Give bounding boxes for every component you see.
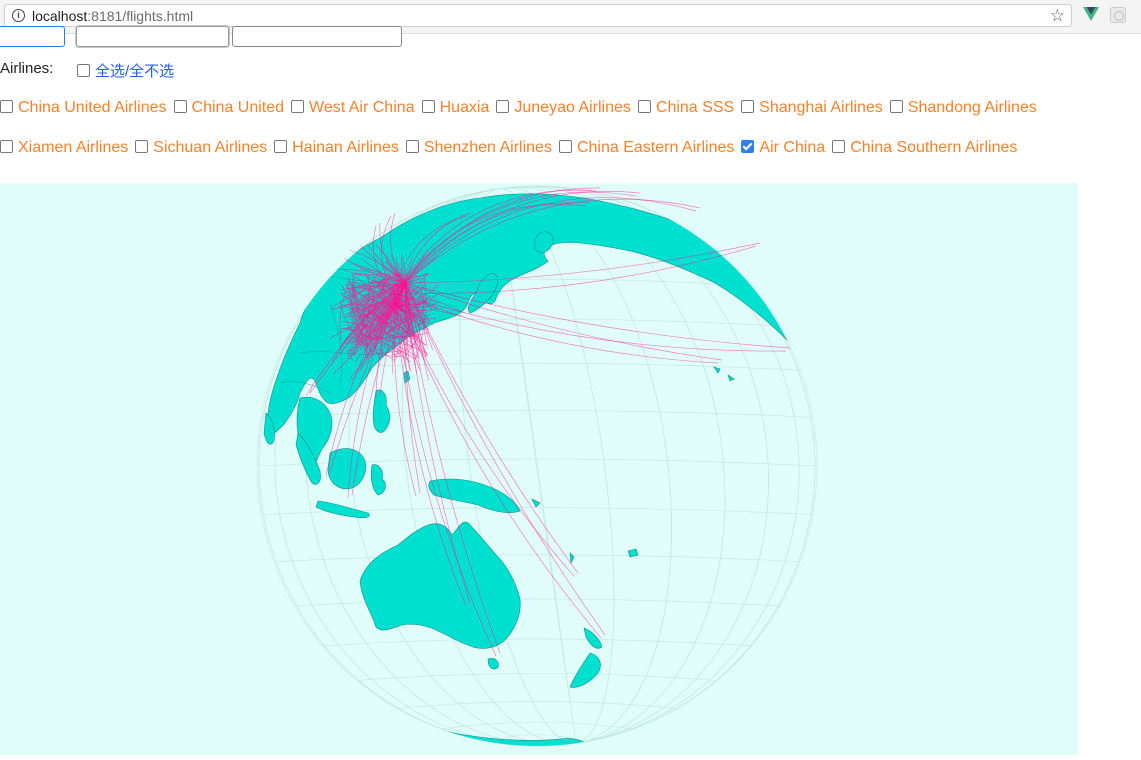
airline-label[interactable]: Air China — [759, 139, 825, 156]
airline-option[interactable]: China United Airlines — [0, 99, 167, 117]
url-text[interactable]: localhost:8181/flights.html — [32, 8, 193, 24]
airline-label[interactable]: Shenzhen Airlines — [424, 139, 552, 156]
toolbar-button-3[interactable] — [232, 26, 402, 47]
airline-checkbox[interactable] — [741, 100, 755, 113]
airline-option[interactable]: Juneyao Airlines — [496, 99, 631, 117]
airline-option[interactable]: China SSS — [637, 99, 734, 117]
airline-checkbox[interactable] — [558, 140, 572, 153]
airline-checkbox[interactable] — [741, 140, 755, 153]
airline-option[interactable]: Shanghai Airlines — [741, 99, 883, 117]
airline-option[interactable]: Huaxia — [421, 99, 490, 117]
airline-option[interactable]: Air China — [741, 139, 825, 157]
airline-option[interactable]: China Eastern Airlines — [558, 139, 734, 157]
airline-checkbox[interactable] — [291, 100, 305, 113]
bookmark-star-icon[interactable]: ☆ — [1050, 6, 1065, 26]
url-path: :8181/flights.html — [87, 8, 194, 24]
airline-checkbox[interactable] — [0, 140, 13, 153]
url-host: localhost — [32, 8, 88, 24]
airline-option[interactable]: China Southern Airlines — [832, 139, 1017, 157]
airline-option[interactable]: Shandong Airlines — [889, 99, 1037, 117]
select-all-label[interactable]: 全选/全不选 — [95, 63, 174, 80]
globe-svg[interactable] — [0, 183, 1078, 755]
airline-label[interactable]: Juneyao Airlines — [514, 99, 631, 116]
airline-checkbox[interactable] — [135, 140, 149, 153]
airline-label[interactable]: Shandong Airlines — [908, 99, 1037, 116]
airlines-label: Airlines: — [0, 60, 54, 77]
airline-row-2: Xiamen Airlines Sichuan Airlines Hainan Ai… — [0, 139, 1024, 157]
airline-checkbox[interactable] — [421, 100, 435, 113]
airline-option[interactable]: West Air China — [291, 99, 415, 117]
select-all-toggle[interactable]: 全选/全不选 — [77, 60, 174, 81]
airline-checkbox[interactable] — [405, 140, 419, 153]
toolbar-button-1[interactable] — [0, 26, 65, 47]
airline-checkbox[interactable] — [637, 100, 651, 113]
airline-label[interactable]: China United Airlines — [18, 99, 167, 116]
airline-label[interactable]: Shanghai Airlines — [759, 99, 883, 116]
airline-row-1: China United Airlines China United West Ai… — [0, 99, 1044, 117]
airline-option[interactable]: China United — [173, 99, 285, 117]
flight-map[interactable] — [0, 183, 1078, 755]
airline-option[interactable]: Xiamen Airlines — [0, 139, 128, 157]
extension-icon[interactable] — [1110, 7, 1126, 23]
airline-option[interactable]: Hainan Airlines — [274, 139, 399, 157]
select-all-checkbox[interactable] — [77, 64, 90, 77]
airline-label[interactable]: China SSS — [656, 99, 734, 116]
airline-label[interactable]: China United — [192, 99, 285, 116]
airline-checkbox[interactable] — [274, 140, 288, 153]
airline-label[interactable]: Huaxia — [440, 99, 490, 116]
toolbar-button-2[interactable] — [76, 26, 229, 47]
airline-checkbox[interactable] — [173, 100, 187, 113]
airline-label[interactable]: Sichuan Airlines — [153, 139, 267, 156]
airline-label[interactable]: Hainan Airlines — [292, 139, 399, 156]
airline-label[interactable]: Xiamen Airlines — [18, 139, 128, 156]
airline-option[interactable]: Shenzhen Airlines — [405, 139, 552, 157]
airline-option[interactable]: Sichuan Airlines — [135, 139, 267, 157]
airline-label[interactable]: China Southern Airlines — [850, 139, 1017, 156]
airline-label[interactable]: China Eastern Airlines — [577, 139, 734, 156]
info-icon[interactable]: i — [12, 9, 25, 22]
globe — [256, 185, 818, 747]
address-bar[interactable]: i localhost:8181/flights.html ☆ — [4, 4, 1072, 27]
vue-devtools-icon[interactable] — [1083, 7, 1099, 22]
airline-checkbox[interactable] — [496, 100, 510, 113]
airline-label[interactable]: West Air China — [309, 99, 415, 116]
airline-checkbox[interactable] — [889, 100, 903, 113]
airline-checkbox[interactable] — [832, 140, 846, 153]
airline-checkbox[interactable] — [0, 100, 13, 113]
